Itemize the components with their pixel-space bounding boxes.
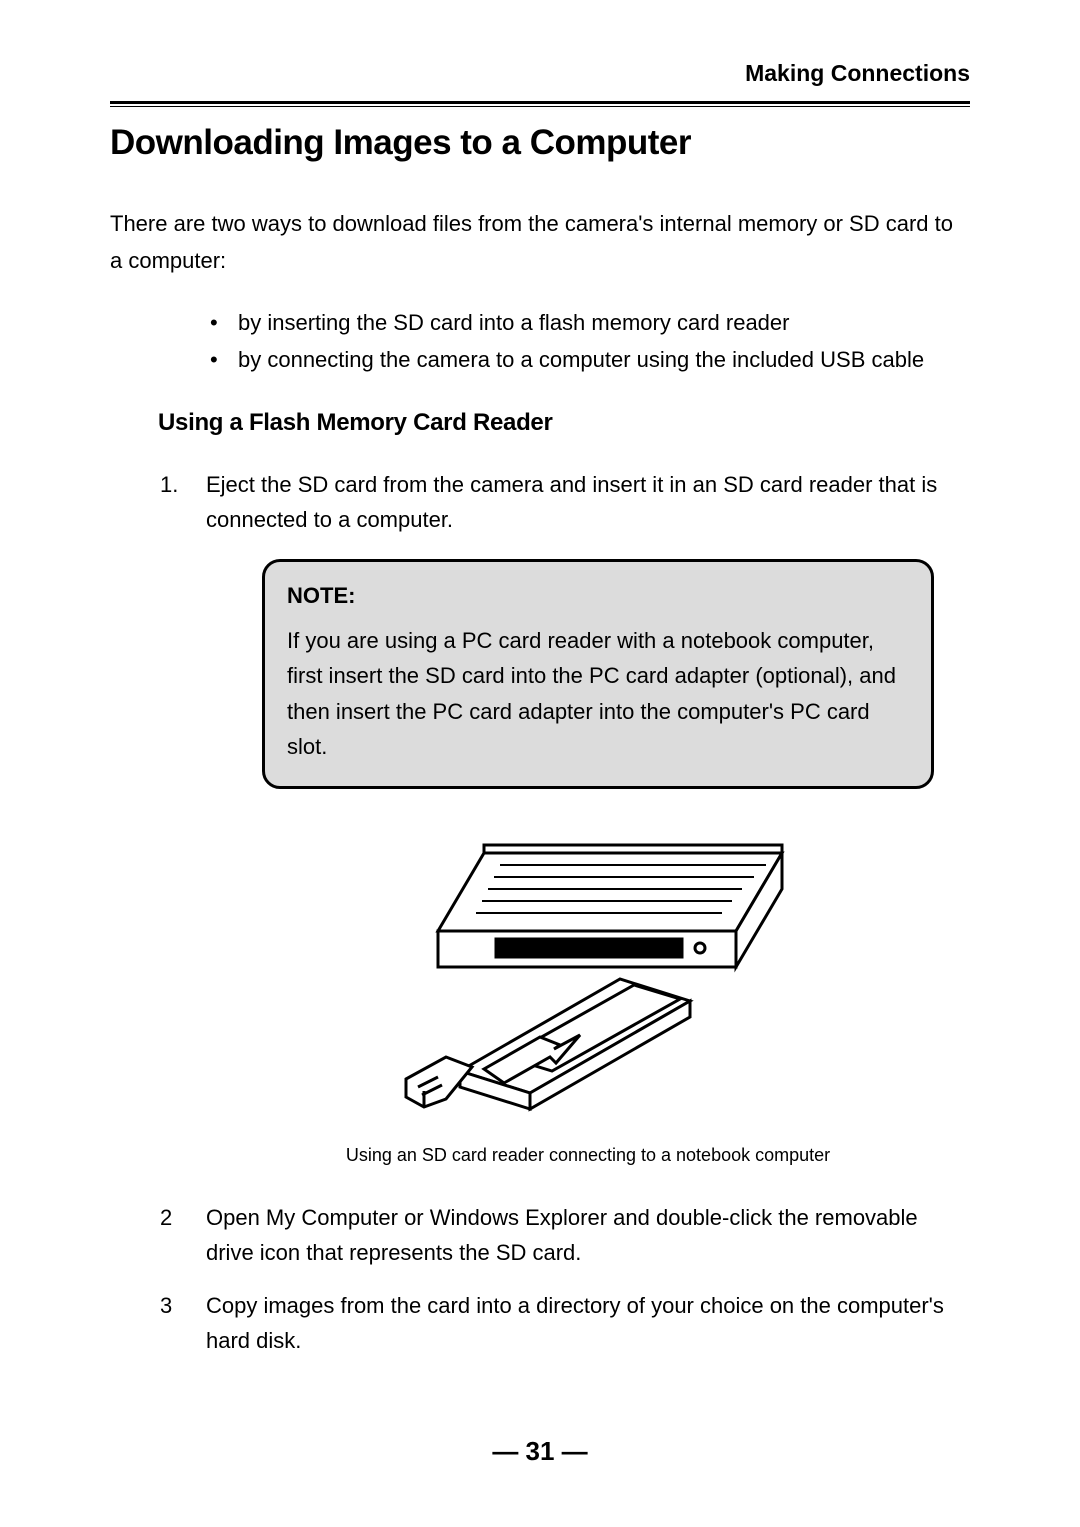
page-title: Downloading Images to a Computer <box>110 123 970 163</box>
step-item: 3 Copy images from the card into a direc… <box>160 1288 970 1358</box>
note-body: If you are using a PC card reader with a… <box>287 623 909 764</box>
bullet-item: by inserting the SD card into a flash me… <box>210 304 970 341</box>
note-box: NOTE: If you are using a PC card reader … <box>262 559 934 789</box>
chapter-label: Making Connections <box>110 60 970 87</box>
figure-illustration <box>206 839 970 1129</box>
step-item: 1. Eject the SD card from the camera and… <box>160 467 970 1170</box>
document-page: Making Connections Downloading Images to… <box>0 0 1080 1497</box>
sd-card-laptop-illustration-icon <box>388 839 788 1119</box>
intro-paragraph: There are two ways to download files fro… <box>110 205 970 280</box>
note-title: NOTE: <box>287 578 909 613</box>
step-text: Open My Computer or Windows Explorer and… <box>206 1205 918 1265</box>
page-number: — 31 — <box>0 1436 1080 1467</box>
horizontal-rule <box>110 101 970 107</box>
steps-list: 1. Eject the SD card from the camera and… <box>160 467 970 1359</box>
figure-caption: Using an SD card reader connecting to a … <box>206 1141 970 1170</box>
section-subheading: Using a Flash Memory Card Reader <box>158 409 970 437</box>
step-item: 2 Open My Computer or Windows Explorer a… <box>160 1200 970 1270</box>
step-number: 2 <box>160 1200 172 1235</box>
step-number: 1. <box>160 467 178 502</box>
bullet-list: by inserting the SD card into a flash me… <box>210 304 970 379</box>
bullet-item: by connecting the camera to a computer u… <box>210 341 970 378</box>
step-number: 3 <box>160 1288 172 1323</box>
step-text: Eject the SD card from the camera and in… <box>206 472 937 532</box>
step-text: Copy images from the card into a directo… <box>206 1293 944 1353</box>
